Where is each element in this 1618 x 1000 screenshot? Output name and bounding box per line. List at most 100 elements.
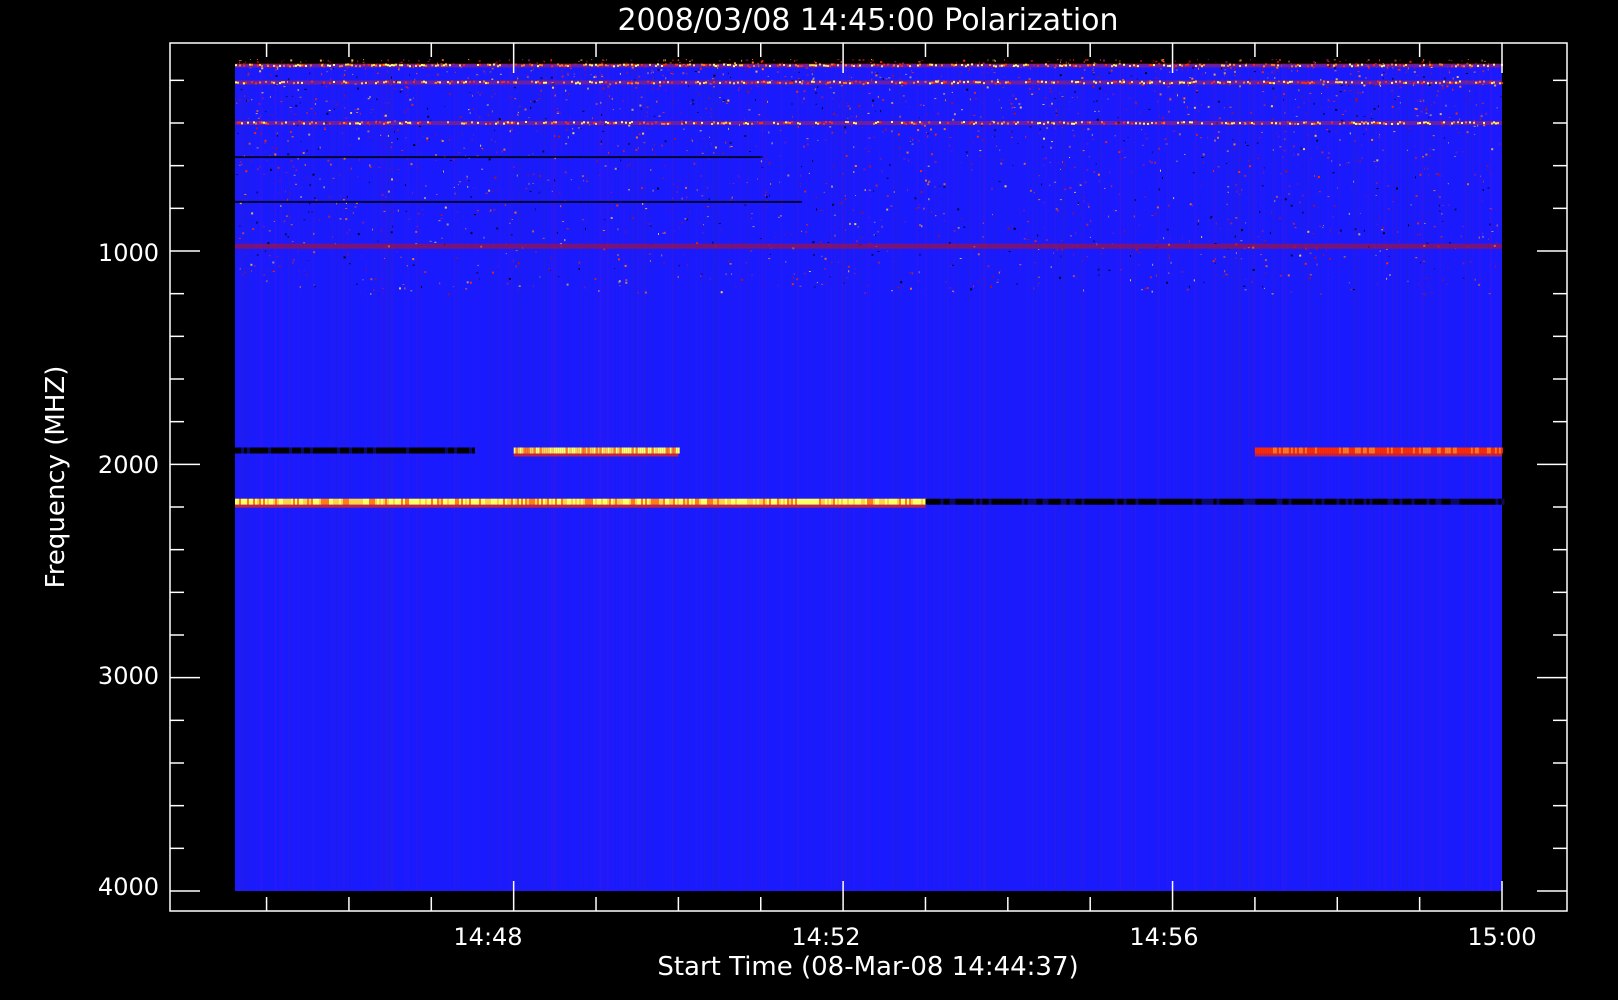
emission-band-pixel — [341, 498, 343, 505]
noise-speck — [867, 151, 870, 152]
emission-band-pixel — [1346, 447, 1349, 454]
noise-speck — [524, 108, 527, 111]
noise-speck — [1396, 187, 1398, 190]
noise-streak — [335, 64, 337, 891]
dark-band-pixel — [259, 447, 262, 454]
noise-speck — [396, 129, 399, 132]
emission-band-pixel — [709, 498, 711, 505]
dark-band-pixel — [1471, 498, 1475, 505]
noise-speck — [1056, 113, 1058, 116]
noise-speck — [1460, 235, 1462, 238]
rfi-band-pixel — [375, 64, 377, 67]
rfi-band-pixel — [457, 81, 459, 84]
noise-speck — [669, 62, 672, 64]
noise-speck — [847, 105, 850, 107]
noise-speck — [918, 271, 920, 274]
noise-speck — [1049, 184, 1051, 186]
rfi-band-pixel — [1141, 80, 1143, 83]
noise-speck — [1262, 84, 1264, 87]
noise-speck — [480, 91, 483, 93]
noise-streak — [538, 64, 540, 891]
noise-speck — [1276, 61, 1279, 63]
rfi-band-pixel — [385, 80, 387, 83]
emission-band-pixel — [523, 498, 525, 505]
noise-speck — [981, 125, 983, 127]
emission-band-pixel — [833, 498, 835, 505]
noise-speck — [472, 94, 473, 97]
rfi-band-pixel — [1395, 63, 1397, 66]
noise-speck — [236, 174, 238, 176]
noise-speck — [400, 61, 403, 63]
emission-band-pixel — [653, 447, 656, 454]
noise-speck — [332, 177, 335, 179]
noise-speck — [1138, 224, 1140, 226]
rfi-band-pixel — [1211, 123, 1213, 125]
emission-band-pixel — [527, 447, 530, 454]
noise-speck — [1046, 127, 1048, 130]
emission-band-pixel — [861, 498, 863, 505]
noise-speck — [1234, 70, 1236, 73]
rfi-band-pixel — [767, 81, 769, 84]
rfi-band-pixel — [451, 80, 453, 83]
rfi-band-pixel — [909, 121, 911, 124]
noise-speck — [1327, 61, 1330, 63]
noise-speck — [777, 284, 779, 287]
noise-speck — [646, 222, 648, 224]
noise-speck — [1451, 60, 1453, 62]
emission-band-pixel — [639, 447, 642, 454]
noise-speck — [1178, 133, 1181, 136]
noise-speck — [902, 95, 905, 97]
emission-band-pixel — [1282, 447, 1285, 454]
emission-band-pixel — [683, 498, 685, 505]
rfi-band-pixel — [769, 65, 771, 67]
noise-speck — [867, 112, 870, 114]
noise-speck — [389, 169, 391, 171]
emission-band-pixel — [487, 498, 489, 505]
noise-speck — [873, 136, 876, 138]
dark-band-pixel — [1396, 498, 1400, 505]
noise-speck — [995, 145, 997, 147]
noise-speck — [242, 232, 245, 235]
noise-speck — [1496, 224, 1498, 227]
noise-speck — [855, 115, 857, 118]
rfi-band-pixel — [1083, 82, 1085, 85]
noise-speck — [402, 284, 405, 285]
dark-band-pixel — [1132, 498, 1136, 505]
noise-speck — [1160, 68, 1162, 70]
noise-speck — [1120, 158, 1123, 160]
dark-band-pixel — [1108, 498, 1112, 505]
noise-speck — [604, 165, 607, 167]
rfi-band-pixel — [1007, 81, 1009, 84]
noise-speck — [1357, 92, 1359, 94]
emission-band-pixel — [805, 498, 807, 505]
noise-speck — [387, 70, 389, 73]
noise-speck — [421, 286, 422, 289]
rfi-band-pixel — [953, 80, 955, 83]
noise-speck — [1413, 71, 1416, 73]
noise-speck — [719, 60, 721, 62]
rfi-band-pixel — [561, 64, 563, 67]
noise-speck — [452, 158, 455, 161]
rfi-band-pixel — [293, 82, 295, 85]
noise-speck — [317, 147, 319, 150]
noise-streak — [1222, 64, 1224, 891]
noise-speck — [1164, 138, 1167, 140]
emission-band-pixel — [1266, 447, 1269, 454]
noise-speck — [328, 196, 330, 199]
noise-speck — [647, 72, 649, 75]
rfi-band-pixel — [1427, 122, 1429, 125]
dark-band-pixel — [1348, 498, 1352, 505]
noise-speck — [847, 265, 850, 268]
noise-speck — [271, 115, 273, 117]
noise-speck — [440, 214, 443, 216]
dark-band-pixel — [1369, 498, 1373, 505]
noise-speck — [1201, 157, 1204, 158]
noise-speck — [314, 286, 316, 288]
noise-streak — [858, 64, 860, 891]
noise-streak — [251, 64, 253, 891]
noise-speck — [678, 227, 680, 230]
dark-band-pixel — [1234, 498, 1238, 505]
noise-speck — [1461, 59, 1463, 62]
noise-speck — [838, 59, 840, 61]
dark-band-pixel — [313, 447, 316, 454]
